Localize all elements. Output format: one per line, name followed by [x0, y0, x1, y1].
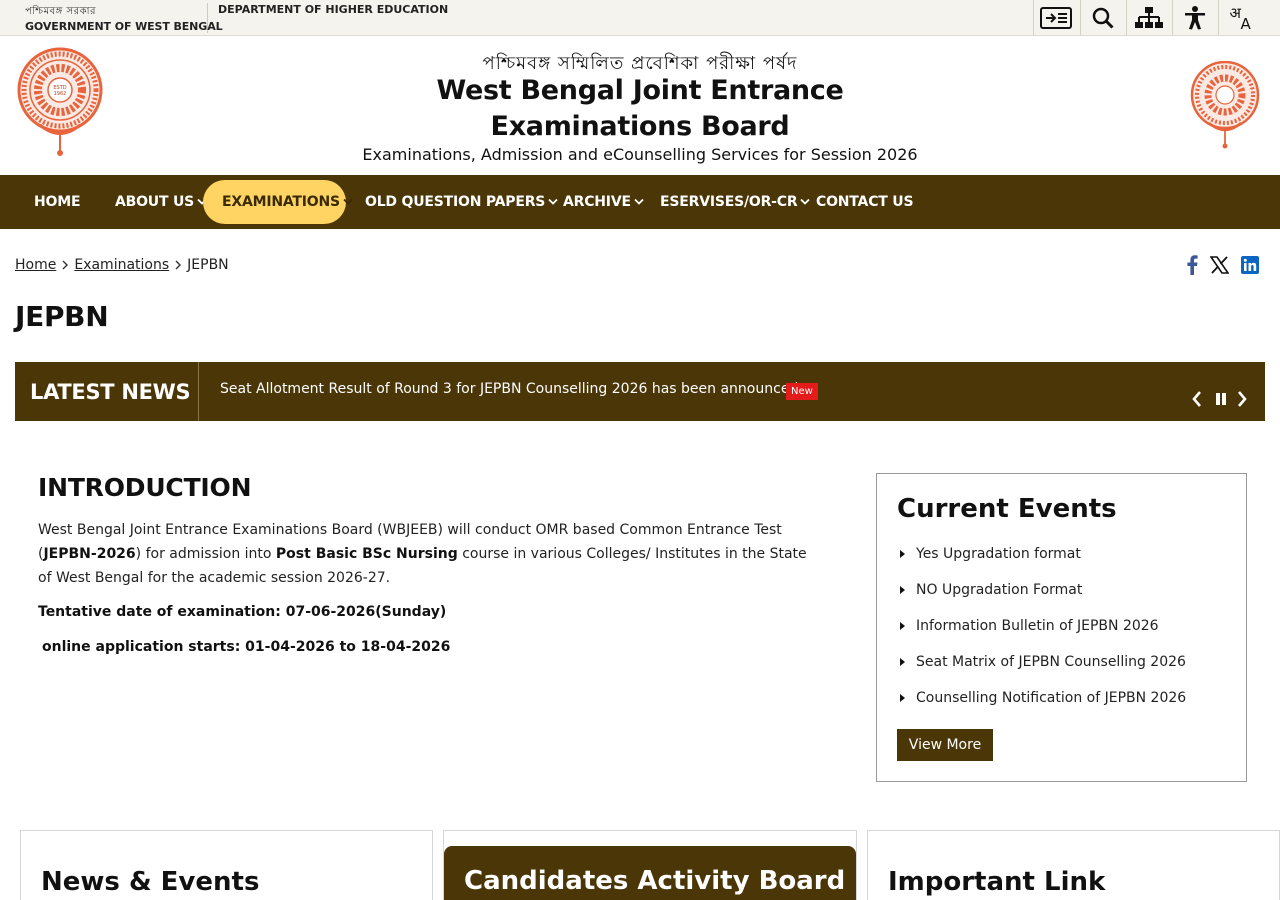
skip-to-content-button[interactable]	[1033, 0, 1078, 35]
skip-to-content-icon	[1040, 6, 1072, 29]
government-block: পশ্চিমবঙ্গ সরকার GOVERNMENT OF WEST BENG…	[25, 3, 223, 33]
nav-old-question-papers[interactable]: OLD QUESTION PAPERS	[365, 180, 558, 224]
nav-about-us[interactable]: ABOUT US	[115, 180, 207, 224]
language-glyph-hindi: अ	[1229, 3, 1241, 22]
nav-examinations[interactable]: EXAMINATIONS	[203, 180, 353, 224]
nav-eservices[interactable]: ESERVISES/OR-CR	[660, 180, 811, 224]
x-twitter-icon[interactable]	[1210, 256, 1229, 274]
intro-course-name: Post Basic BSc Nursing	[275, 546, 458, 562]
top-utility-bar: পশ্চিমবঙ্গ সরকার GOVERNMENT OF WEST BENG…	[0, 0, 1280, 36]
current-event-label: Information Bulletin of JEPBN 2026	[916, 618, 1159, 634]
nav-contact-us[interactable]: CONTACT US	[816, 180, 914, 224]
chevron-right-icon	[175, 260, 182, 270]
current-event-item[interactable]: Yes Upgradation format	[900, 546, 1081, 562]
current-event-item[interactable]: Information Bulletin of JEPBN 2026	[900, 618, 1159, 634]
language-icon: अ A	[1230, 3, 1254, 33]
current-event-item[interactable]: NO Upgradation Format	[900, 582, 1082, 598]
introduction-text: West Bengal Joint Entrance Examinations …	[38, 518, 808, 590]
candidates-activity-card: Candidates Activity Board	[444, 846, 856, 900]
intro-text-part: ) for admission into	[135, 546, 276, 562]
caret-right-icon	[900, 586, 905, 594]
language-glyph-english: A	[1240, 14, 1251, 33]
important-link-heading: Important Link	[888, 867, 1106, 897]
svg-text:1962: 1962	[54, 91, 67, 97]
main-navigation: HOME ABOUT US EXAMINATIONS OLD QUESTION …	[0, 175, 1280, 229]
nav-home[interactable]: HOME	[34, 180, 81, 224]
chevron-down-icon	[548, 198, 558, 206]
nav-about-us-label: ABOUT US	[115, 194, 195, 210]
breadcrumb-home-link[interactable]: Home	[15, 257, 56, 273]
sitemap-button[interactable]	[1126, 0, 1171, 35]
application-dates-line: online application starts: 01-04-2026 to…	[42, 639, 451, 655]
latest-news-ticker: LATEST NEWS Seat Allotment Result of Rou…	[15, 362, 1265, 421]
accessibility-button[interactable]	[1172, 0, 1217, 35]
board-tagline: Examinations, Admission and eCounselling…	[362, 145, 918, 164]
breadcrumb-examinations-link[interactable]: Examinations	[74, 257, 169, 273]
government-name-bengali: পশ্চিমবঙ্গ সরকার	[25, 6, 97, 17]
caret-right-icon	[900, 550, 905, 558]
sitemap-icon	[1135, 6, 1163, 28]
language-button[interactable]: अ A	[1218, 0, 1264, 35]
current-events-heading: Current Events	[897, 494, 1117, 524]
chevron-down-icon	[343, 198, 353, 206]
current-event-label: Yes Upgradation format	[916, 546, 1081, 562]
department-name: DEPARTMENT OF HIGHER EDUCATION	[218, 3, 449, 16]
chevron-down-icon	[634, 198, 644, 206]
wbjeeb-logo-right	[1190, 61, 1260, 149]
candidates-activity-heading: Candidates Activity Board	[464, 866, 846, 896]
news-events-card: News & Events	[20, 830, 433, 900]
new-badge: New	[786, 383, 818, 400]
linkedin-icon[interactable]	[1241, 256, 1259, 274]
current-event-label: Seat Matrix of JEPBN Counselling 2026	[916, 654, 1186, 670]
nav-archive[interactable]: ARCHIVE	[563, 180, 644, 224]
accessibility-icon	[1185, 5, 1205, 29]
intro-exam-code: JEPBN-2026	[43, 546, 136, 562]
pause-icon[interactable]	[1215, 393, 1227, 405]
current-events-panel: Current Events Yes Upgradation format NO…	[876, 473, 1247, 782]
important-link-card: Important Link	[867, 830, 1280, 900]
current-event-label: Counselling Notification of JEPBN 2026	[916, 690, 1187, 706]
latest-news-item[interactable]: Seat Allotment Result of Round 3 for JEP…	[220, 381, 803, 397]
nav-home-label: HOME	[34, 194, 81, 210]
chevron-right-icon[interactable]	[1237, 391, 1247, 407]
government-name: GOVERNMENT OF WEST BENGAL	[25, 20, 223, 33]
chevron-right-icon	[62, 260, 69, 270]
search-icon	[1092, 7, 1114, 29]
search-button[interactable]	[1080, 0, 1125, 35]
page-title: JEPBN	[15, 300, 109, 333]
current-event-label: NO Upgradation Format	[916, 582, 1083, 598]
caret-right-icon	[900, 622, 905, 630]
chevron-down-icon	[800, 198, 811, 206]
breadcrumb: Home Examinations JEPBN	[15, 257, 229, 273]
board-name: West Bengal Joint Entrance Examinations …	[436, 75, 844, 142]
facebook-icon[interactable]	[1186, 255, 1198, 275]
caret-right-icon	[900, 658, 905, 666]
current-event-item[interactable]: Seat Matrix of JEPBN Counselling 2026	[900, 654, 1186, 670]
latest-news-label: LATEST NEWS	[15, 362, 199, 421]
current-event-item[interactable]: Counselling Notification of JEPBN 2026	[900, 690, 1186, 706]
introduction-heading: INTRODUCTION	[38, 473, 252, 502]
nav-contact-us-label: CONTACT US	[816, 194, 914, 210]
nav-archive-label: ARCHIVE	[563, 194, 631, 210]
chevron-left-icon[interactable]	[1192, 391, 1202, 407]
nav-examinations-label: EXAMINATIONS	[222, 194, 340, 210]
exam-date-line: Tentative date of examination: 07-06-202…	[38, 604, 447, 620]
view-more-button[interactable]: View More	[897, 729, 993, 761]
breadcrumb-current: JEPBN	[187, 257, 229, 273]
nav-old-question-papers-label: OLD QUESTION PAPERS	[365, 194, 546, 210]
nav-eservices-label: ESERVISES/OR-CR	[660, 194, 798, 210]
news-events-heading: News & Events	[41, 867, 260, 897]
caret-right-icon	[900, 694, 905, 702]
